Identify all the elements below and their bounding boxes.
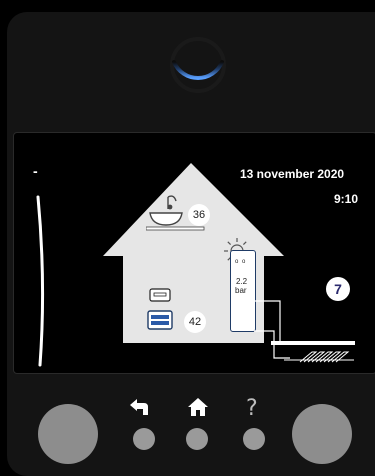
time-label: 9:10 — [334, 192, 359, 206]
pressure-unit: bar — [235, 286, 247, 295]
setpoint-marker: - — [33, 163, 38, 179]
back-arrow-icon — [130, 399, 148, 415]
left-knob-button[interactable] — [38, 404, 98, 464]
boiler-unit[interactable]: o o 2.2 bar — [230, 250, 256, 332]
heating-temp-badge: 42 — [184, 311, 206, 333]
pressure-value: 2.2 — [236, 277, 248, 286]
heat-pipe-graphic — [254, 300, 355, 363]
status-ring-icon — [170, 37, 226, 93]
home-icon — [188, 398, 208, 416]
home-button[interactable] — [186, 428, 208, 450]
right-knob-button[interactable] — [292, 404, 352, 464]
temperature-slider[interactable] — [32, 193, 52, 373]
radiator-icon[interactable] — [147, 310, 173, 330]
help-button[interactable] — [243, 428, 265, 450]
thermostat-icon[interactable] — [149, 288, 171, 302]
boiler-status-dots: o o — [235, 259, 247, 265]
tap-water-temp-badge: 36 — [188, 204, 210, 226]
back-button[interactable] — [133, 428, 155, 450]
help-icon: ? — [246, 396, 258, 421]
zone-badge[interactable]: 7 — [326, 277, 350, 301]
display-screen: - 13 november 2020 9:10 36 42 o o 2.2 ba… — [13, 132, 375, 374]
